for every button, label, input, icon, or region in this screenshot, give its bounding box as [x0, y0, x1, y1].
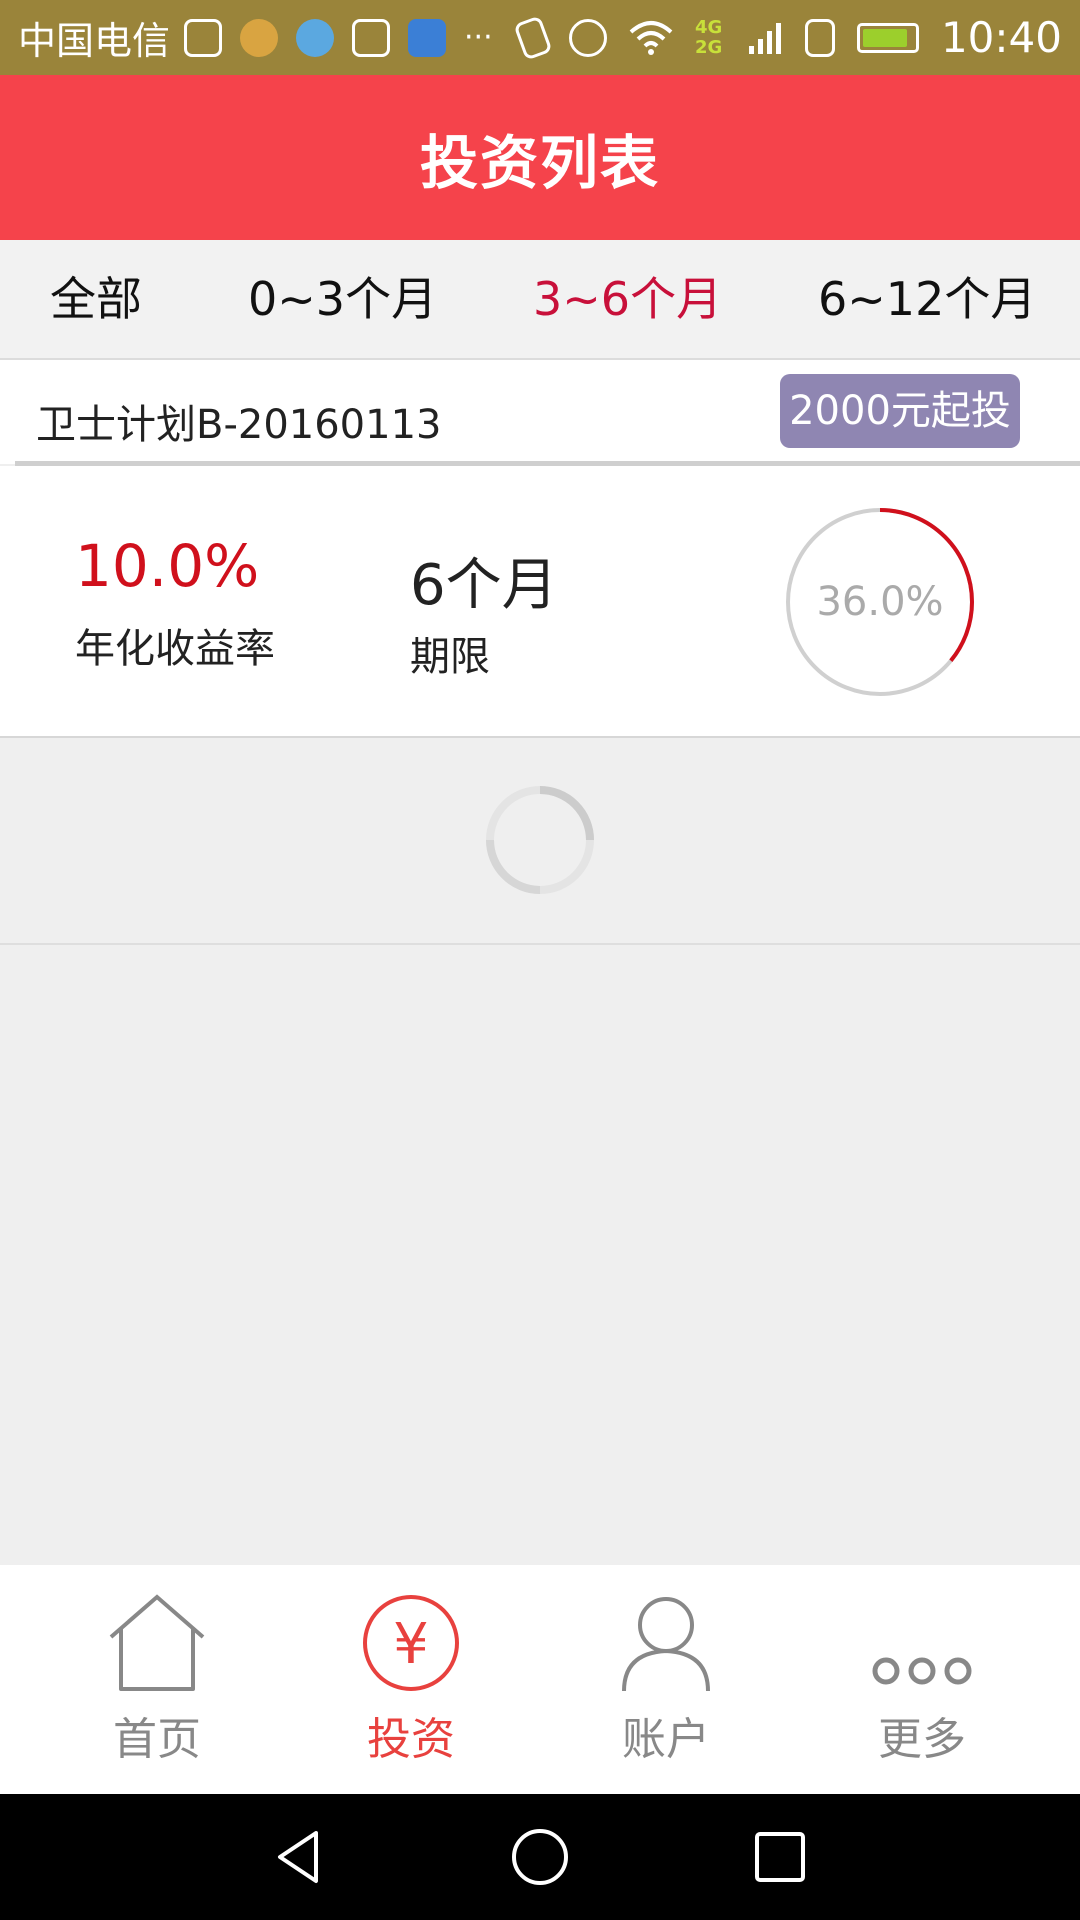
back-icon[interactable]: [270, 1827, 330, 1887]
term-label: 期限: [410, 634, 490, 680]
page-title: 投资列表: [419, 128, 660, 197]
more-dots-icon: [872, 1657, 972, 1685]
nav-invest[interactable]: ¥ 投资: [276, 1565, 546, 1794]
nav-invest-label: 投资: [367, 1714, 455, 1765]
svg-text:¥: ¥: [393, 1612, 429, 1677]
tab-6-12-months[interactable]: 6~12个月: [818, 240, 1036, 358]
notification-icons: ···: [184, 18, 493, 57]
app-avatar-icon: [240, 18, 279, 57]
user-icon: [622, 1597, 710, 1692]
tab-all[interactable]: 全部: [50, 240, 142, 358]
sim-icon: [804, 18, 835, 57]
term-value: 6个月: [410, 553, 558, 618]
tab-0-3-months[interactable]: 0~3个月: [248, 240, 437, 358]
wifi-icon: [629, 20, 673, 55]
health-app-icon: [296, 18, 335, 57]
battery-icon: [856, 22, 919, 53]
carrier-label: 中国电信: [18, 19, 171, 63]
vibrate-icon: [513, 14, 553, 61]
product-name: 卫士计划B-20160113: [36, 402, 442, 448]
annual-rate-value: 10.0%: [75, 532, 260, 600]
tab-3-6-months[interactable]: 3~6个月: [533, 240, 722, 358]
loading-spinner-icon: [486, 786, 594, 894]
product-card-header[interactable]: 卫士计划B-20160113 2000元起投: [0, 360, 1080, 464]
annual-rate-label: 年化收益率: [75, 626, 275, 672]
yen-icon: ¥: [363, 1595, 459, 1691]
status-bar: 中国电信 ··· 4G 2G 10:40: [0, 0, 1080, 75]
nav-home-label: 首页: [113, 1714, 201, 1765]
system-navigation-bar: [0, 1794, 1080, 1920]
gallery-icon: [352, 18, 391, 57]
clock: 10:40: [940, 13, 1062, 62]
signal-icon: [748, 22, 781, 54]
nav-account[interactable]: 账户: [531, 1565, 801, 1794]
loading-more-area: [0, 738, 1080, 945]
min-investment-badge: 2000元起投: [780, 374, 1020, 448]
bottom-navigation: 首页 ¥ 投资 账户 更多: [0, 1565, 1080, 1794]
product-card-body[interactable]: 10.0% 年化收益率 6个月 期限 36.0%: [0, 466, 1080, 738]
app-header: 投资列表: [0, 75, 1080, 240]
home-icon: [109, 1594, 205, 1691]
more-notifications-indicator: ···: [464, 20, 493, 55]
nav-account-label: 账户: [622, 1714, 710, 1765]
term-filter-tabs: 全部 0~3个月 3~6个月 6~12个月: [0, 240, 1080, 360]
nav-more-label: 更多: [878, 1714, 966, 1765]
network-type-label: 4G 2G: [694, 16, 723, 58]
recents-icon[interactable]: [750, 1827, 810, 1887]
battery-level: [862, 28, 907, 47]
check-icon: [184, 18, 223, 57]
nav-home[interactable]: 首页: [22, 1565, 292, 1794]
progress-percent: 36.0%: [816, 579, 944, 625]
home-circle-icon[interactable]: [510, 1827, 570, 1887]
alarm-icon: [568, 18, 607, 57]
nav-more[interactable]: 更多: [787, 1565, 1057, 1794]
star-app-icon: [408, 18, 447, 57]
